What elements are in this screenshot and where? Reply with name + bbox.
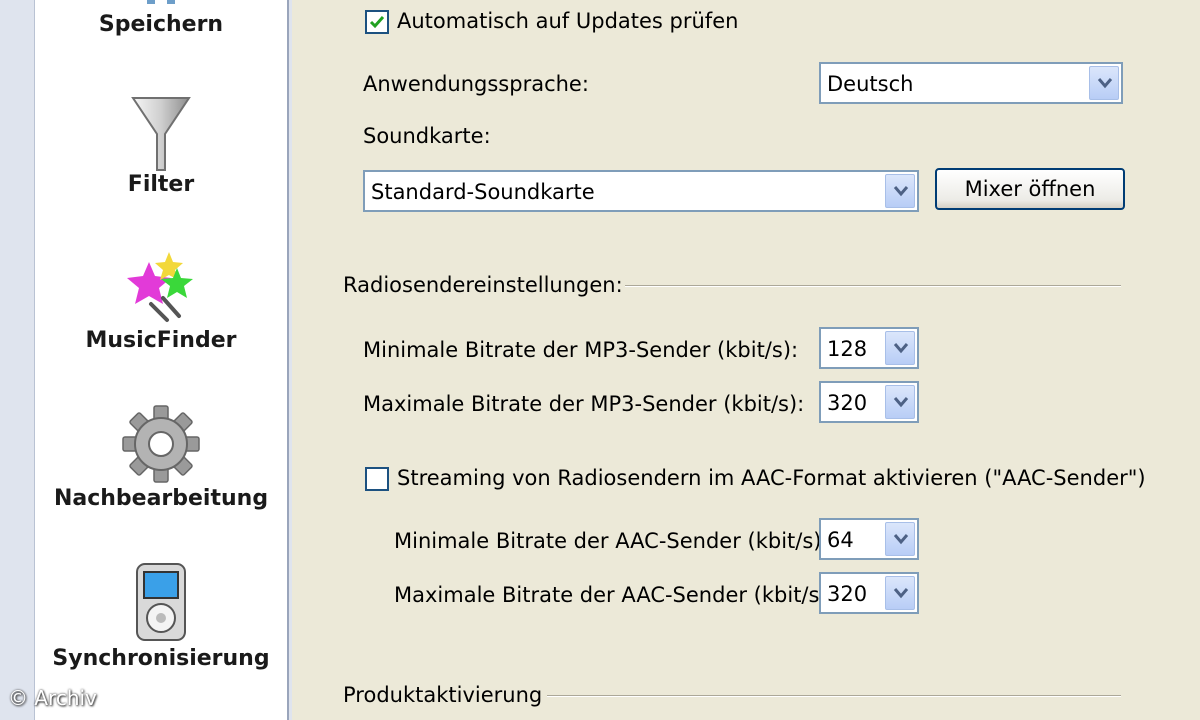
aac-min-bitrate-label: Minimale Bitrate der AAC-Sender (kbit/s)… bbox=[394, 529, 829, 553]
language-select[interactable]: Deutsch bbox=[819, 62, 1123, 104]
navigation-panel: Speichern Filter MusicFinder Nachbearbei… bbox=[34, 0, 289, 720]
auto-update-label: Automatisch auf Updates prüfen bbox=[397, 9, 739, 33]
soundcard-value: Standard-Soundkarte bbox=[371, 180, 595, 204]
aac-max-bitrate-label: Maximale Bitrate der AAC-Sender (kbit/s)… bbox=[394, 583, 835, 607]
aac-min-bitrate-value: 64 bbox=[827, 528, 854, 552]
mp3-min-bitrate-dropdown-button[interactable] bbox=[885, 331, 915, 365]
aac-min-bitrate-select[interactable]: 64 bbox=[819, 518, 919, 560]
aac-enable-checkbox[interactable] bbox=[365, 467, 389, 491]
nav-item-synchronisierung[interactable]: Synchronisierung bbox=[35, 562, 287, 682]
nav-item-filter[interactable]: Filter bbox=[35, 90, 287, 210]
activation-section-divider bbox=[547, 695, 1121, 697]
mixer-open-button[interactable]: Mixer öffnen bbox=[935, 168, 1125, 210]
chevron-down-icon bbox=[893, 343, 909, 354]
chevron-down-icon bbox=[893, 534, 909, 545]
nav-label-filter: Filter bbox=[127, 172, 195, 197]
nav-label-nachbearbeitung: Nachbearbeitung bbox=[53, 486, 269, 511]
aac-max-bitrate-select[interactable]: 320 bbox=[819, 572, 919, 614]
language-label: Anwendungssprache: bbox=[363, 72, 589, 96]
nav-label-musicfinder: MusicFinder bbox=[85, 328, 237, 353]
mp3-min-bitrate-value: 128 bbox=[827, 337, 868, 361]
chevron-down-icon bbox=[893, 397, 909, 408]
chevron-down-icon bbox=[893, 186, 909, 197]
settings-panel: Automatisch auf Updates prüfen Anwendung… bbox=[293, 0, 1200, 720]
mp3-max-bitrate-dropdown-button[interactable] bbox=[885, 385, 915, 419]
activation-section-title: Produktaktivierung bbox=[343, 683, 543, 707]
mp3-player-icon bbox=[136, 563, 186, 641]
funnel-icon bbox=[131, 97, 191, 171]
left-navigation: Speichern Filter MusicFinder Nachbearbei… bbox=[0, 0, 292, 720]
chevron-down-icon bbox=[893, 588, 909, 599]
nav-label-speichern: Speichern bbox=[98, 12, 224, 37]
aac-enable-label: Streaming von Radiosendern im AAC-Format… bbox=[397, 466, 1146, 490]
save-icon bbox=[147, 0, 175, 4]
auto-update-checkbox[interactable] bbox=[365, 10, 389, 34]
mp3-min-bitrate-label: Minimale Bitrate der MP3-Sender (kbit/s)… bbox=[363, 338, 799, 362]
nav-item-nachbearbeitung[interactable]: Nachbearbeitung bbox=[35, 404, 287, 524]
mp3-max-bitrate-label: Maximale Bitrate der MP3-Sender (kbit/s)… bbox=[363, 392, 805, 416]
soundcard-dropdown-button[interactable] bbox=[885, 174, 915, 208]
nav-item-musicfinder[interactable]: MusicFinder bbox=[35, 248, 287, 368]
mp3-max-bitrate-select[interactable]: 320 bbox=[819, 381, 919, 423]
radio-section-title: Radiosendereinstellungen: bbox=[343, 273, 623, 297]
stars-icon bbox=[127, 252, 193, 322]
soundcard-label: Soundkarte: bbox=[363, 124, 491, 148]
aac-max-bitrate-value: 320 bbox=[827, 582, 868, 606]
radio-section-divider bbox=[625, 285, 1121, 287]
chevron-down-icon bbox=[1097, 78, 1113, 89]
mp3-max-bitrate-value: 320 bbox=[827, 391, 868, 415]
nav-item-speichern[interactable]: Speichern bbox=[35, 0, 287, 60]
aac-max-bitrate-dropdown-button[interactable] bbox=[885, 576, 915, 610]
soundcard-select[interactable]: Standard-Soundkarte bbox=[363, 170, 919, 212]
gear-icon bbox=[122, 405, 200, 483]
language-value: Deutsch bbox=[827, 72, 914, 96]
copyright-watermark: © Archiv bbox=[8, 686, 97, 710]
aac-min-bitrate-dropdown-button[interactable] bbox=[885, 522, 915, 556]
checkmark-icon bbox=[369, 16, 385, 29]
language-dropdown-button[interactable] bbox=[1089, 66, 1119, 100]
nav-label-synchronisierung: Synchronisierung bbox=[52, 646, 270, 671]
mp3-min-bitrate-select[interactable]: 128 bbox=[819, 327, 919, 369]
